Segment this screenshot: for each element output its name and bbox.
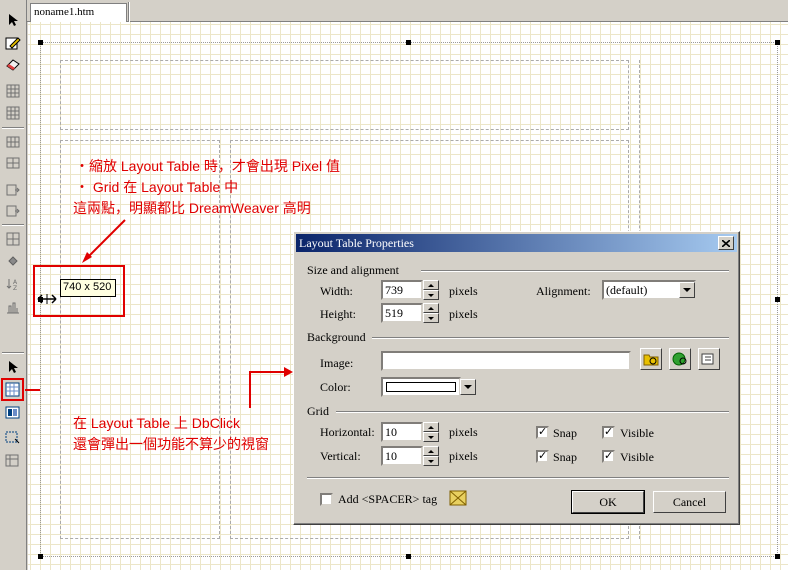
merge-cells-icon[interactable] — [3, 180, 22, 199]
resize-handle[interactable] — [775, 40, 780, 45]
resize-handle[interactable] — [406, 554, 411, 559]
image-path-field[interactable] — [381, 351, 631, 371]
folder-icon — [643, 354, 659, 366]
color-picker[interactable] — [381, 377, 461, 397]
horizontal-unit: pixels — [449, 425, 478, 439]
close-button[interactable] — [718, 236, 734, 250]
color-swatch — [386, 382, 456, 392]
vertical-snap-checkbox[interactable]: ✓ — [536, 450, 549, 463]
table-icon[interactable] — [3, 81, 22, 100]
layout-cell-icon[interactable] — [3, 403, 22, 422]
annotation-line: 在 Layout Table 上 DbClick — [73, 415, 241, 431]
spacer-icon — [449, 490, 467, 506]
layout-cell[interactable] — [60, 60, 629, 130]
color-dropdown-button[interactable] — [460, 379, 476, 395]
annotation-line: ・ Grid 在 Layout Table 中 — [75, 179, 239, 195]
resize-handle[interactable] — [38, 40, 43, 45]
add-spacer-checkbox[interactable] — [320, 493, 333, 506]
chevron-down-icon — [683, 288, 691, 292]
globe-icon — [672, 352, 687, 366]
add-spacer-label: Add <SPACER> tag — [338, 492, 438, 506]
resize-handle[interactable] — [775, 297, 780, 302]
resize-handle[interactable] — [775, 554, 780, 559]
document-tab[interactable]: noname1.htm — [30, 3, 127, 22]
width-unit: pixels — [449, 284, 478, 298]
image-properties-button[interactable] — [698, 348, 720, 370]
pointer-icon[interactable] — [3, 357, 22, 376]
height-spinner[interactable] — [423, 303, 439, 323]
height-label: Height: — [320, 307, 356, 321]
chart-icon[interactable] — [3, 297, 22, 316]
cancel-button[interactable]: Cancel — [653, 491, 726, 513]
browse-file-button[interactable] — [640, 348, 662, 370]
size-alignment-group-label: Size and alignment — [307, 263, 399, 277]
vertical-grid-field[interactable]: 10 — [381, 446, 423, 466]
svg-text:Z: Z — [13, 285, 17, 291]
image-icon — [701, 353, 714, 365]
grid-group-label: Grid — [307, 404, 329, 418]
ok-button[interactable]: OK — [571, 490, 645, 514]
browse-web-button[interactable] — [669, 348, 691, 370]
document-tab-bar: noname1.htm — [27, 0, 788, 22]
background-group-label: Background — [307, 330, 366, 344]
table-alt-icon[interactable] — [3, 103, 22, 122]
width-field[interactable]: 739 — [381, 280, 423, 300]
split-cells-icon[interactable] — [3, 201, 22, 220]
layout-table-properties-dialog: Layout Table Properties Size and alignme… — [293, 231, 740, 525]
vertical-visible-label: Visible — [620, 450, 654, 464]
resize-cursor-icon — [37, 294, 57, 304]
resize-handle[interactable] — [406, 40, 411, 45]
insert-rows-icon[interactable] — [3, 132, 22, 151]
horizontal-visible-label: Visible — [620, 426, 654, 440]
horizontal-spinner[interactable] — [423, 422, 439, 442]
select-arrow-icon[interactable] — [3, 10, 22, 29]
vertical-spinner[interactable] — [423, 446, 439, 466]
insert-cols-icon[interactable] — [3, 153, 22, 172]
layer-icon[interactable] — [3, 229, 22, 248]
height-unit: pixels — [449, 307, 478, 321]
dialog-title-bar: Layout Table Properties — [296, 234, 737, 252]
vertical-visible-checkbox[interactable]: ✓ — [602, 450, 615, 463]
vertical-unit: pixels — [449, 449, 478, 463]
color-label: Color: — [320, 380, 351, 394]
width-label: Width: — [320, 284, 353, 298]
width-spinner[interactable] — [423, 280, 439, 300]
layout-table-highlight — [1, 378, 24, 401]
left-toolbar: AZ — [0, 0, 27, 570]
close-icon — [722, 239, 730, 247]
edit-icon[interactable] — [3, 33, 22, 52]
vertical-label: Vertical: — [320, 449, 361, 463]
dialog-title: Layout Table Properties — [299, 236, 414, 250]
horizontal-snap-checkbox[interactable]: ✓ — [536, 426, 549, 439]
size-tooltip: 740 x 520 — [60, 279, 116, 297]
sort-icon[interactable]: AZ — [3, 274, 22, 293]
eraser-icon[interactable] — [3, 54, 22, 73]
alignment-label: Alignment: — [536, 284, 591, 298]
image-label: Image: — [320, 356, 354, 370]
chevron-down-icon — [464, 385, 472, 389]
horizontal-label: Horizontal: — [320, 425, 375, 439]
fill-icon[interactable] — [3, 251, 22, 270]
draw-cell-icon[interactable] — [3, 428, 22, 447]
annotation-line: ・縮放 Layout Table 時，才會出現 Pixel 值 — [75, 158, 341, 174]
horizontal-snap-label: Snap — [553, 426, 577, 440]
horizontal-visible-checkbox[interactable]: ✓ — [602, 426, 615, 439]
resize-handle[interactable] — [38, 554, 43, 559]
delete-cell-icon[interactable] — [3, 451, 22, 470]
annotation-line: 還會彈出一個功能不算少的視窗 — [73, 436, 269, 452]
height-field[interactable]: 519 — [381, 303, 423, 323]
horizontal-grid-field[interactable]: 10 — [381, 422, 423, 442]
annotation-line: 這兩點，明顯都比 DreamWeaver 高明 — [73, 200, 311, 216]
vertical-snap-label: Snap — [553, 450, 577, 464]
alignment-dropdown-button[interactable] — [679, 282, 695, 298]
